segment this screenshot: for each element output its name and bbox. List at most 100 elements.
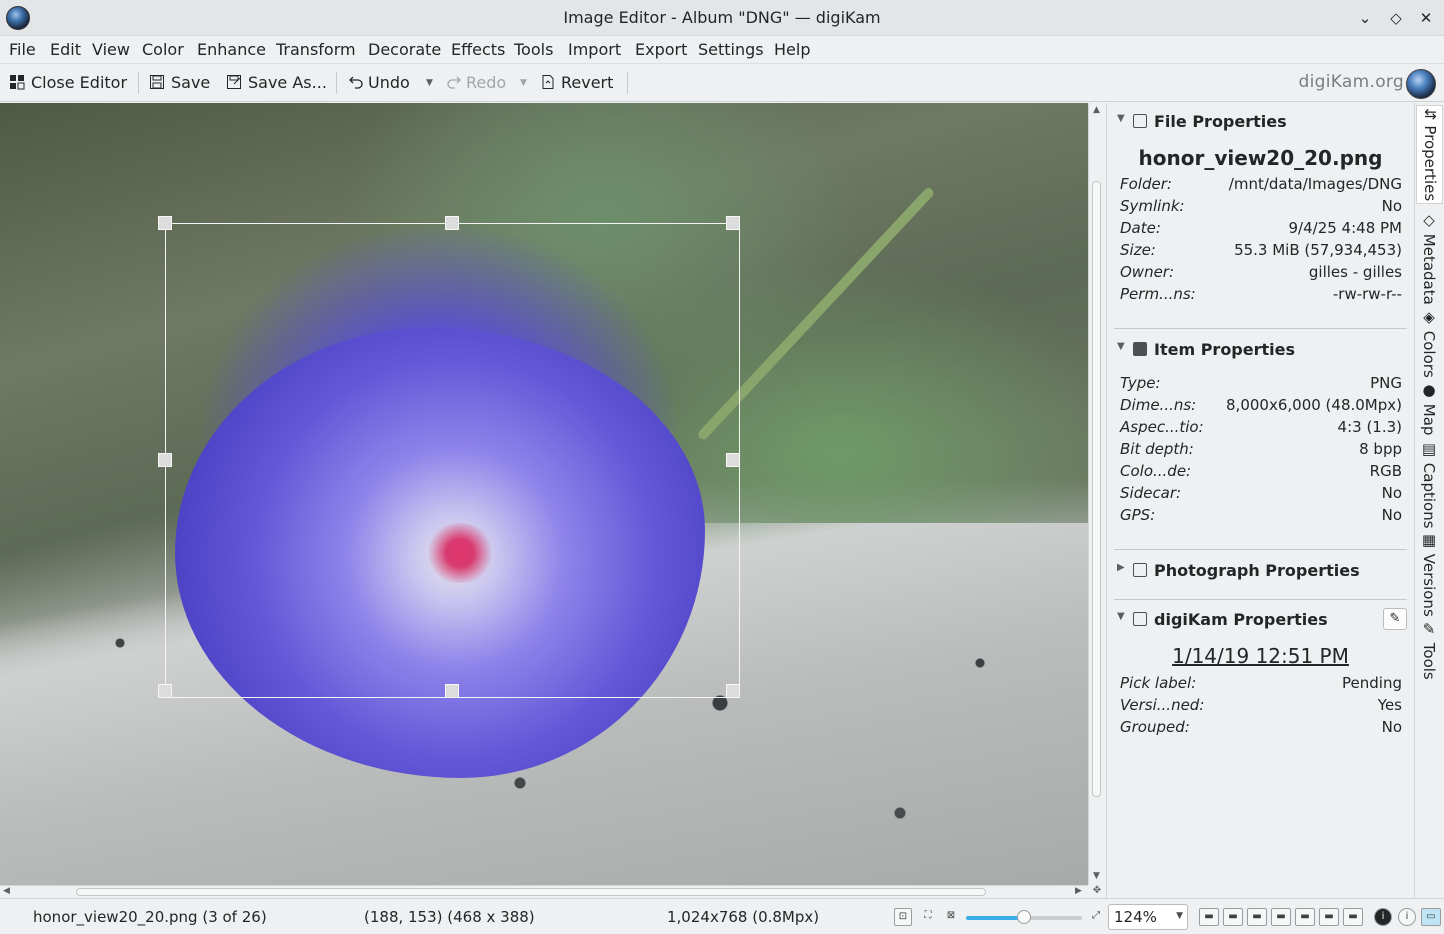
info-outline-icon[interactable]: i [1398, 908, 1416, 926]
digikam-properties-header[interactable]: ▼ digiKam Properties [1107, 607, 1414, 633]
selection-handle-top-left[interactable] [158, 216, 172, 230]
toolbar-separator [138, 72, 139, 94]
tab-map[interactable]: ● Map [1420, 381, 1438, 435]
versions-tab-icon: ▦ [1420, 531, 1438, 554]
undo-dropdown-icon[interactable]: ▼ [426, 72, 433, 94]
menu-settings[interactable]: Settings [698, 40, 764, 59]
selection-handle-top-right[interactable] [726, 216, 740, 230]
zoom-fit-selection-icon[interactable]: ⊡ [894, 908, 912, 926]
underexposure-indicator-icon[interactable]: ▬ [1199, 908, 1219, 926]
redo-button[interactable]: Redo [446, 72, 506, 94]
camera-icon [1133, 563, 1147, 577]
image-compare-icon[interactable]: ▬ [1343, 908, 1363, 926]
image-canvas[interactable] [0, 103, 1088, 885]
expand-icon: ▶ [1117, 562, 1125, 573]
tab-captions[interactable]: ▤ Captions [1420, 440, 1438, 529]
digikam-date-link[interactable]: 1/14/19 12:51 PM [1107, 644, 1414, 668]
menu-help[interactable]: Help [774, 40, 810, 59]
prop-value: 4:3 (1.3) [1337, 418, 1402, 436]
maximize-icon[interactable]: ◇ [1384, 6, 1408, 30]
close-icon[interactable]: ✕ [1414, 6, 1438, 30]
scroll-up-icon[interactable]: ▲ [1093, 105, 1100, 115]
zoom-slider-fill [966, 916, 1024, 920]
horizontal-scroll-thumb[interactable] [76, 888, 986, 896]
soft-proofing-icon[interactable]: ▬ [1271, 908, 1291, 926]
file-prop-row: Size: 55.3 MiB (57,934,453) [1120, 239, 1402, 261]
zoom-combobox[interactable]: 124% ▼ [1108, 904, 1188, 930]
menu-effects[interactable]: Effects [451, 40, 505, 59]
item-properties-header[interactable]: ▼ Item Properties [1107, 337, 1414, 363]
prop-key: Bit depth: [1120, 440, 1194, 458]
redo-dropdown-icon[interactable]: ▼ [520, 72, 527, 94]
save-as-button[interactable]: Save As... [226, 72, 327, 94]
item-properties-title: Item Properties [1154, 340, 1296, 359]
screen-preview-icon[interactable]: ▭ [1421, 908, 1441, 926]
overexposure-indicator-icon[interactable]: ▬ [1223, 908, 1243, 926]
scroll-down-icon[interactable]: ▼ [1093, 871, 1100, 881]
prop-key: Symlink: [1120, 197, 1185, 215]
revert-button[interactable]: Revert [540, 72, 613, 94]
section-divider [1114, 599, 1407, 600]
prop-key: Aspec...tio: [1120, 418, 1204, 436]
save-icon [150, 75, 164, 89]
file-properties-header[interactable]: ▼ File Properties [1107, 109, 1414, 135]
close-editor-button[interactable]: Close Editor [9, 72, 127, 94]
tab-colors[interactable]: ◈ Colors [1420, 308, 1438, 378]
file-name: honor_view20_20.png [1138, 146, 1383, 170]
digikam-prop-row: Pick label: Pending [1120, 672, 1402, 694]
zoom-slider[interactable] [966, 910, 1082, 924]
digikam-logo[interactable] [1406, 69, 1436, 99]
edit-pencil-button[interactable]: ✎ [1383, 608, 1407, 630]
zoom-fit-icon[interactable]: ⤢ [1087, 908, 1105, 926]
canvas-vertical-scrollbar[interactable]: ▲ ▼ [1088, 103, 1104, 885]
menu-edit[interactable]: Edit [50, 40, 81, 59]
save-button[interactable]: Save [149, 72, 210, 94]
selection-handle-bottom-left[interactable] [158, 684, 172, 698]
menu-tools[interactable]: Tools [514, 40, 553, 59]
menu-export[interactable]: Export [635, 40, 687, 59]
selection-handle-top[interactable] [445, 216, 459, 230]
vertical-scroll-thumb[interactable] [1092, 181, 1101, 797]
menu-transform[interactable]: Transform [276, 40, 356, 59]
zoom-slider-handle[interactable] [1017, 910, 1031, 924]
navigate-icon[interactable]: ✥ [1089, 885, 1105, 898]
sidebar-tab-strip: ⇵ Properties ◇ Metadata ◈ Colors ● Map ▤… [1414, 103, 1444, 898]
selection-handle-right[interactable] [726, 453, 740, 467]
minimize-icon[interactable]: ⌄ [1353, 6, 1377, 30]
info-filled-icon[interactable]: i [1374, 908, 1392, 926]
undo-button[interactable]: Undo [348, 72, 410, 94]
menu-color[interactable]: Color [142, 40, 184, 59]
close-editor-icon [10, 75, 25, 90]
status-selection: (188, 153) (468 x 388) [364, 908, 535, 926]
menu-file[interactable]: File [9, 40, 36, 59]
prop-key: Versi...ned: [1120, 696, 1205, 714]
menu-import[interactable]: Import [568, 40, 621, 59]
colors-tab-icon: ◈ [1420, 308, 1438, 331]
scroll-right-icon[interactable]: ▶ [1075, 886, 1082, 896]
selection-handle-bottom-right[interactable] [726, 684, 740, 698]
tab-metadata[interactable]: ◇ Metadata [1420, 211, 1438, 305]
selection-rectangle[interactable] [158, 216, 740, 698]
menu-view[interactable]: View [92, 40, 130, 59]
color-managed-view-icon[interactable]: ▬ [1247, 908, 1267, 926]
selection-handle-bottom[interactable] [445, 684, 459, 698]
photograph-properties-header[interactable]: ▶ Photograph Properties [1107, 558, 1414, 584]
scroll-left-icon[interactable]: ◀ [3, 886, 10, 896]
tab-tools[interactable]: ✎ Tools [1420, 620, 1438, 680]
chevron-down-icon[interactable]: ▼ [1176, 911, 1183, 921]
preview-mode-icon[interactable]: ▬ [1319, 908, 1339, 926]
digikam-org-link[interactable]: digiKam.org [1299, 72, 1404, 92]
menu-decorate[interactable]: Decorate [368, 40, 441, 59]
tab-properties[interactable]: ⇵ Properties [1416, 105, 1443, 205]
tab-versions[interactable]: ▦ Versions [1420, 531, 1438, 617]
zoom-fit-window-icon[interactable]: ⛶ [919, 908, 937, 926]
canvas-horizontal-scrollbar[interactable]: ◀ ▶ [0, 885, 1088, 898]
collapse-icon: ▼ [1117, 113, 1125, 124]
menu-enhance[interactable]: Enhance [197, 40, 266, 59]
map-tab-icon: ● [1420, 381, 1438, 404]
zoom-actual-size-icon[interactable]: ⊠ [942, 908, 960, 926]
prop-key: Date: [1120, 219, 1161, 237]
save-as-label: Save As... [248, 73, 327, 92]
selection-handle-left[interactable] [158, 453, 172, 467]
gamut-check-icon[interactable]: ▬ [1295, 908, 1315, 926]
